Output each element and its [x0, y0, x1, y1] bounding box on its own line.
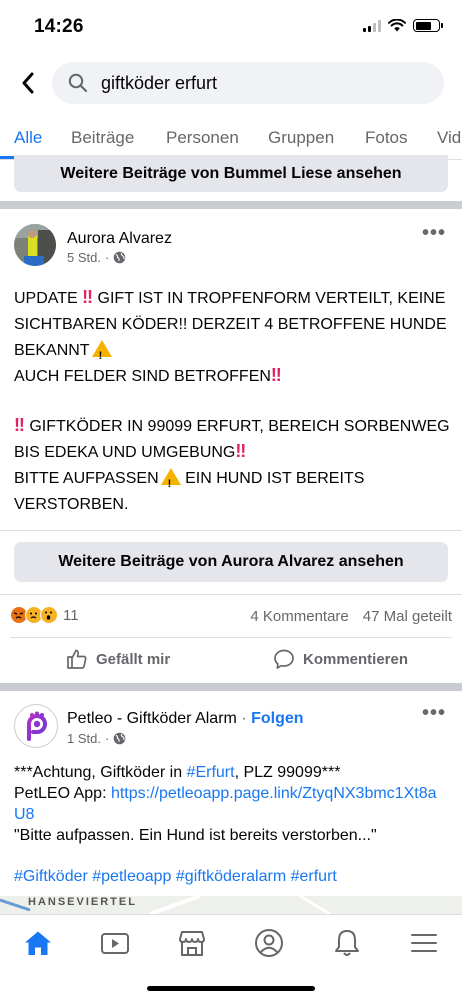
- follow-button[interactable]: Folgen: [251, 710, 303, 727]
- post-options-button[interactable]: •••: [422, 702, 446, 725]
- post-author-name[interactable]: Aurora Alvarez: [67, 230, 172, 248]
- like-label: Gefällt mir: [96, 650, 171, 668]
- back-button[interactable]: [14, 69, 42, 97]
- back-arrow-icon: [22, 72, 34, 94]
- hamburger-menu-icon: [411, 934, 437, 952]
- cellular-signal-icon: [363, 19, 381, 32]
- status-time: 14:26: [34, 16, 84, 37]
- post-author-name[interactable]: Petleo - Giftköder Alarm: [67, 710, 237, 727]
- avatar-photo-icon: [14, 224, 56, 266]
- wifi-icon: [388, 19, 406, 32]
- more-posts-aurora-label: Weitere Beiträge von Aurora Alvarez anse…: [58, 553, 404, 570]
- globe-icon: [114, 732, 126, 745]
- post-text-plz: , PLZ 99099***: [234, 764, 341, 781]
- post-text-fields: AUCH FELDER SIND BETROFFEN: [14, 368, 271, 385]
- avatar[interactable]: [14, 704, 58, 748]
- post-options-button[interactable]: •••: [422, 222, 446, 245]
- engagement-counts: 4 Kommentare 47 Mal geteilt: [250, 608, 452, 625]
- meta-dot: ·: [241, 710, 247, 727]
- tab-groups[interactable]: Gruppen: [268, 128, 334, 148]
- reaction-count: 11: [63, 606, 79, 624]
- tab-posts[interactable]: Beiträge: [71, 128, 134, 148]
- wow-reaction-icon: [40, 606, 58, 624]
- thumbs-up-icon: [67, 649, 87, 669]
- nav-video[interactable]: [99, 927, 131, 959]
- tab-all[interactable]: Alle: [14, 128, 42, 148]
- comment-label: Kommentieren: [303, 650, 409, 668]
- post-text-update: UPDATE: [14, 290, 78, 307]
- like-button[interactable]: Gefällt mir: [66, 648, 170, 670]
- meta-dot: ·: [104, 731, 110, 746]
- search-query: giftköder erfurt: [101, 73, 218, 93]
- reaction-summary[interactable]: 11: [10, 606, 79, 624]
- nav-profile[interactable]: [253, 927, 285, 959]
- nav-marketplace[interactable]: [176, 927, 208, 959]
- double-exclamation-emoji: ‼: [82, 287, 94, 307]
- warning-emoji: [160, 468, 181, 497]
- tab-photos[interactable]: Fotos: [365, 128, 408, 148]
- search-filter-tabs: Alle Beiträge Personen Gruppen Fotos Vid: [0, 116, 462, 160]
- post-body: UPDATE ‼ GIFT IST IN TROPFENFORM VERTEIL…: [14, 286, 454, 518]
- feed-separator: [0, 683, 462, 691]
- map-preview[interactable]: HANSEVIERTEL: [0, 896, 462, 914]
- double-exclamation-emoji: ‼: [14, 415, 25, 435]
- post-text-achtung: ***Achtung, Giftköder in: [14, 764, 187, 781]
- post-meta: 5 Std. ·: [67, 250, 126, 265]
- avatar[interactable]: [14, 224, 56, 266]
- comment-button[interactable]: Kommentieren: [273, 648, 408, 670]
- page-name-line: Petleo - Giftköder Alarm · Folgen: [67, 710, 304, 728]
- battery-level: [415, 21, 431, 30]
- hashtags-links[interactable]: #Giftköder #petleoapp #giftköderalarm #e…: [14, 868, 337, 885]
- video-icon: [101, 933, 129, 954]
- map-label: HANSEVIERTEL: [28, 896, 137, 908]
- comment-count[interactable]: 4 Kommentare: [250, 608, 348, 625]
- post-text-line1: GIFT IST IN TROPFENFORM VERTEILT, KEINE …: [14, 290, 447, 359]
- post-text-aufpassen: BITTE AUFPASSEN: [14, 470, 159, 487]
- nav-menu[interactable]: [408, 927, 440, 959]
- post-text-app-label: PetLEO App:: [14, 785, 111, 802]
- more-posts-bummel-liese-button[interactable]: Weitere Beiträge von Bummel Liese ansehe…: [14, 155, 448, 192]
- post-body: ***Achtung, Giftköder in #Erfurt, PLZ 99…: [14, 762, 444, 887]
- hashtag-erfurt-link[interactable]: #Erfurt: [187, 764, 235, 781]
- meta-dot: ·: [104, 250, 110, 265]
- divider: [0, 594, 462, 595]
- profile-icon: [255, 929, 283, 957]
- battery-icon: [413, 19, 443, 32]
- search-header: giftköder erfurt: [0, 60, 462, 106]
- search-icon: [68, 73, 88, 93]
- divider: [10, 637, 452, 638]
- search-input[interactable]: giftköder erfurt: [52, 62, 444, 104]
- warning-emoji: [91, 340, 112, 369]
- bell-icon: [335, 930, 359, 956]
- home-icon: [25, 931, 51, 955]
- home-indicator[interactable]: [147, 986, 315, 991]
- post-text-location: GIFTKÖDER IN 99099 ERFURT, BEREICH SORBE…: [14, 418, 450, 461]
- comment-icon: [274, 649, 294, 669]
- more-posts-bummel-liese-label: Weitere Beiträge von Bummel Liese ansehe…: [60, 165, 402, 182]
- post-time: 1 Std.: [67, 731, 101, 746]
- share-count[interactable]: 47 Mal geteilt: [363, 608, 452, 625]
- status-bar: 14:26: [0, 0, 462, 54]
- double-exclamation-emoji: ‼: [235, 441, 247, 461]
- globe-icon: [114, 251, 126, 264]
- post-time: 5 Std.: [67, 250, 101, 265]
- nav-notifications[interactable]: [331, 927, 363, 959]
- double-exclamation-emoji: ‼: [270, 365, 282, 385]
- marketplace-icon: [179, 931, 205, 956]
- petleo-logo-icon: [27, 711, 47, 741]
- tab-videos[interactable]: Vid: [437, 128, 461, 148]
- feed-separator: [0, 201, 462, 209]
- status-icons: [363, 19, 443, 32]
- post-text-quote: "Bitte aufpassen. Ein Hund ist bereits v…: [14, 827, 377, 844]
- post-meta: 1 Std. ·: [67, 731, 126, 746]
- nav-home[interactable]: [22, 927, 54, 959]
- tab-people[interactable]: Personen: [166, 128, 239, 148]
- more-posts-aurora-button[interactable]: Weitere Beiträge von Aurora Alvarez anse…: [14, 542, 448, 582]
- divider: [0, 530, 462, 531]
